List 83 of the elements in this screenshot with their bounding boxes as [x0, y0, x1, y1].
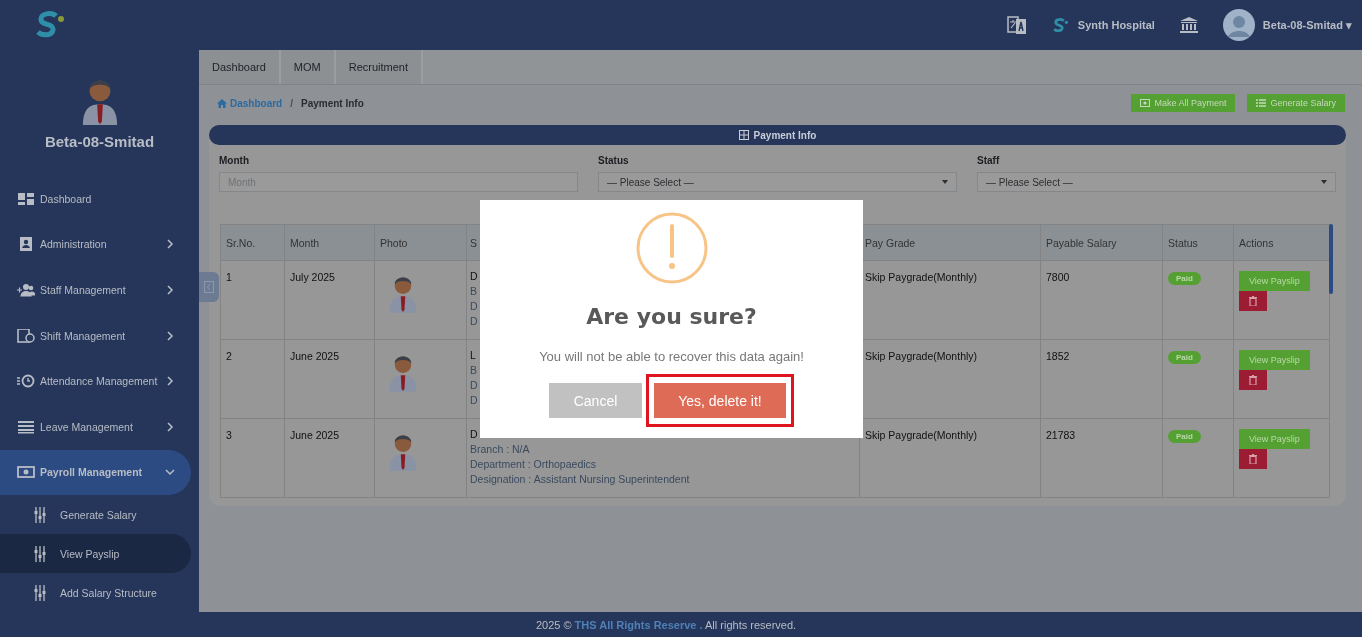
- staff-detail: Branch : N/A: [470, 442, 530, 457]
- staff-detail: D: [470, 299, 478, 314]
- staff-detail: B: [470, 284, 477, 299]
- table-cell: 1852: [1040, 339, 1163, 419]
- table-cell: 1: [220, 260, 285, 340]
- collapse-icon: [204, 281, 214, 293]
- staff-detail: Department : Orthopaedics: [470, 457, 597, 472]
- user-menu-button[interactable]: Beta-08-Smitad ▾: [1262, 18, 1352, 32]
- logo-icon: [34, 11, 64, 39]
- table-cell: 3: [220, 418, 285, 498]
- hospital-name: Synth Hospital: [1077, 19, 1155, 31]
- sidebar-subitem[interactable]: View Payslip: [0, 534, 191, 574]
- column-header: Photo: [374, 224, 467, 261]
- status-badge: Paid: [1168, 351, 1201, 364]
- sidebar-item[interactable]: Administration: [0, 221, 191, 268]
- list-icon: [1256, 99, 1267, 107]
- sidebar-item[interactable]: Payroll Management: [0, 449, 191, 496]
- tab[interactable]: MOM: [280, 50, 336, 84]
- table-cell: July 2025: [284, 260, 375, 340]
- card-header: Payment Info: [209, 125, 1346, 145]
- scrollbar-thumb[interactable]: [1329, 224, 1333, 294]
- confirm-button[interactable]: Yes, delete it!: [654, 383, 786, 418]
- staff-detail: D: [470, 314, 478, 329]
- delete-button[interactable]: [1239, 291, 1267, 311]
- dialog-title: Are you sure?: [586, 304, 757, 329]
- sliders-icon: [34, 506, 46, 523]
- sliders-icon: [34, 584, 46, 601]
- home-icon: [217, 98, 227, 108]
- table-cell: 21783: [1040, 418, 1163, 498]
- footer-copyright: 2025 © THS All Rights Reserve . All rights reserved.: [535, 618, 797, 631]
- column-header: Sr.No.: [220, 224, 285, 261]
- translate-icon[interactable]: [1005, 14, 1028, 36]
- column-header: Actions: [1233, 224, 1330, 261]
- select-field[interactable]: — Please Select —: [977, 172, 1336, 192]
- table-cell: June 2025: [284, 418, 375, 498]
- warning-icon: [635, 212, 708, 284]
- staff-detail: Designation : Assistant Nursing Superintendent: [470, 472, 690, 487]
- user-avatar-icon[interactable]: [1222, 9, 1255, 41]
- sidebar-item[interactable]: Dashboard: [0, 176, 191, 222]
- sidebar-subitem[interactable]: Add Salary Structure: [0, 573, 191, 613]
- footer-link[interactable]: THS All Rights Reserve .: [574, 618, 703, 631]
- select-field[interactable]: — Please Select —: [598, 172, 957, 192]
- breadcrumb-current: Payment Info: [301, 97, 364, 109]
- staff-detail: B: [470, 363, 477, 378]
- money-icon: [1140, 99, 1151, 107]
- staff-detail: D: [470, 393, 478, 408]
- hospital-logo-icon: [1051, 17, 1068, 33]
- dialog-message: You will not be able to recover this data again!: [539, 349, 804, 364]
- delete-button[interactable]: [1239, 370, 1267, 390]
- sidebar-item[interactable]: Attendance Management: [0, 358, 191, 405]
- user-name: Beta-08-Smitad: [43, 133, 156, 151]
- bank-icon[interactable]: [1178, 16, 1199, 34]
- filter-label: Status: [598, 155, 630, 166]
- sidebar-toggle-button[interactable]: [199, 272, 219, 302]
- delete-button[interactable]: [1239, 449, 1267, 469]
- staff-detail: L: [470, 348, 476, 363]
- trash-icon: [1249, 375, 1257, 385]
- trash-icon: [1249, 454, 1257, 464]
- dropdown-caret-icon: [1321, 180, 1327, 184]
- filter-label: Month: [219, 155, 250, 166]
- table-cell: 7800: [1040, 260, 1163, 340]
- status-badge: Paid: [1168, 272, 1201, 285]
- table-icon: [738, 130, 749, 140]
- column-header: Payable Salary: [1040, 224, 1163, 261]
- sidebar-subitem[interactable]: Generate Salary: [0, 495, 191, 535]
- sidebar-item[interactable]: Leave Management: [0, 404, 191, 450]
- tab[interactable]: Recruitment: [335, 50, 423, 84]
- staff-detail: D: [470, 269, 478, 284]
- trash-icon: [1249, 296, 1257, 306]
- dropdown-caret-icon: [942, 180, 948, 184]
- filter-label: Staff: [977, 155, 1001, 166]
- tab[interactable]: Dashboard: [199, 50, 281, 84]
- column-header: Month: [284, 224, 375, 261]
- table-cell: June 2025: [284, 339, 375, 419]
- sliders-icon: [34, 545, 46, 562]
- sidebar-item[interactable]: Staff Management: [0, 267, 191, 313]
- staff-detail: D: [470, 378, 478, 393]
- column-header: Status: [1162, 224, 1234, 261]
- staff-detail: D: [470, 427, 478, 442]
- sidebar-item[interactable]: Shift Management: [0, 312, 191, 359]
- table-cell: 2: [220, 339, 285, 419]
- status-badge: Paid: [1168, 430, 1201, 443]
- breadcrumb-separator: /: [290, 97, 293, 109]
